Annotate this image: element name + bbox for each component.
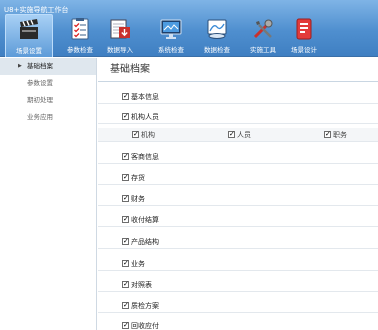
finance-checkbox[interactable]: ✓ — [122, 195, 129, 202]
option-row-inventory: ✓ 存货 — [98, 171, 378, 185]
option-label: 对照表 — [131, 281, 152, 289]
option-label: 产品结构 — [131, 238, 159, 246]
personnel-checkbox[interactable]: ✓ — [228, 131, 235, 138]
payables-checkbox[interactable]: ✓ — [122, 322, 129, 329]
toolbar-label: 数据导入 — [107, 46, 133, 54]
toolbar-label: 场景设计 — [291, 46, 317, 54]
option-label: 财务 — [131, 195, 145, 203]
option-label: 存货 — [131, 174, 145, 182]
tools-icon — [253, 19, 273, 39]
business-checkbox[interactable]: ✓ — [122, 260, 129, 267]
organization-checkbox[interactable]: ✓ — [132, 131, 139, 138]
customer-supplier-checkbox[interactable]: ✓ — [122, 153, 129, 160]
option-label: 收付结算 — [131, 216, 159, 224]
data-import-icon — [110, 19, 130, 39]
sidebar-item-basic-archives[interactable]: ▶ 基础档案 — [0, 58, 96, 75]
option-row-payables: ✓ 回收应付 — [98, 319, 378, 330]
sidebar-item-business-application[interactable]: 业务应用 — [0, 109, 96, 126]
sidebar-item-opening-processing[interactable]: 期初处理 — [0, 92, 96, 109]
toolbar-system-check-button[interactable]: 系统检查 — [147, 14, 195, 57]
sidebar-item-parameter-settings[interactable]: 参数设置 — [0, 75, 96, 92]
page-title: 基础档案 — [98, 58, 378, 82]
sub-option-organization: ✓ 机构 — [132, 130, 155, 140]
sub-option-label: 人员 — [237, 131, 251, 139]
sub-option-personnel: ✓ 人员 — [228, 130, 251, 140]
option-row-payment-settlement: ✓ 收付结算 — [98, 213, 378, 227]
toolbar-label: 场景设置 — [16, 47, 42, 55]
inspection-plan-checkbox[interactable]: ✓ — [122, 302, 129, 309]
option-row-product-structure: ✓ 产品结构 — [98, 235, 378, 249]
top-toolbar: U8+实施导航工作台 场景设置 参数检查 数据导入 系统检查 数据检查 实施工具… — [0, 0, 378, 57]
main-panel: 基础档案 ✓ 基本信息 ✓ 机构人员 ✓ 机构 ✓ 人员 ✓ 职务 ✓ 客商信息 ✓ … — [98, 58, 378, 330]
option-row-inspection-plan: ✓ 质检方案 — [98, 299, 378, 313]
sidebar-item-label: 基础档案 — [27, 62, 53, 70]
toolbar-label: 数据检查 — [204, 46, 230, 54]
sidebar-item-label: 期初处理 — [27, 96, 53, 104]
toolbar-data-check-button[interactable]: 数据检查 — [193, 14, 241, 57]
mapping-table-checkbox[interactable]: ✓ — [122, 281, 129, 288]
product-structure-checkbox[interactable]: ✓ — [122, 238, 129, 245]
option-row-customer-supplier: ✓ 客商信息 — [98, 150, 378, 164]
checklist-icon — [71, 18, 89, 40]
sidebar-item-label: 业务应用 — [27, 113, 53, 121]
sidebar-item-label: 参数设置 — [27, 79, 53, 87]
option-row-finance: ✓ 财务 — [98, 192, 378, 206]
sub-option-label: 职务 — [333, 131, 347, 139]
basic-info-checkbox[interactable]: ✓ — [122, 93, 129, 100]
position-checkbox[interactable]: ✓ — [324, 131, 331, 138]
option-row-basic-info: ✓ 基本信息 — [98, 90, 378, 104]
toolbar-label: 系统检查 — [158, 46, 184, 54]
toolbar-scene-settings-button[interactable]: 场景设置 — [5, 14, 53, 57]
sub-option-label: 机构 — [141, 131, 155, 139]
toolbar-data-import-button[interactable]: 数据导入 — [96, 14, 144, 57]
clapperboard-icon — [20, 19, 38, 39]
option-label: 回收应付 — [131, 322, 159, 330]
monitor-icon — [160, 19, 182, 39]
option-label: 业务 — [131, 260, 145, 268]
option-row-mapping-table: ✓ 对照表 — [98, 278, 378, 292]
sidebar: ▶ 基础档案 参数设置 期初处理 业务应用 — [0, 58, 97, 330]
payment-settlement-checkbox[interactable]: ✓ — [122, 216, 129, 223]
toolbar-scene-design-button[interactable]: 场景设计 — [280, 14, 328, 57]
option-label: 基本信息 — [131, 93, 159, 101]
scene-design-icon — [296, 18, 312, 40]
sub-option-position: ✓ 职务 — [324, 130, 347, 140]
option-subrow-org-personnel: ✓ 机构 ✓ 人员 ✓ 职务 — [98, 128, 378, 142]
option-row-org-personnel: ✓ 机构人员 — [98, 110, 378, 124]
option-label: 质检方案 — [131, 302, 159, 310]
option-label: 客商信息 — [131, 153, 159, 161]
expand-arrow-icon: ▶ — [18, 63, 22, 69]
data-check-icon — [207, 19, 227, 39]
inventory-checkbox[interactable]: ✓ — [122, 174, 129, 181]
option-row-business: ✓ 业务 — [98, 257, 378, 271]
option-label: 机构人员 — [131, 113, 159, 121]
org-personnel-checkbox[interactable]: ✓ — [122, 113, 129, 120]
